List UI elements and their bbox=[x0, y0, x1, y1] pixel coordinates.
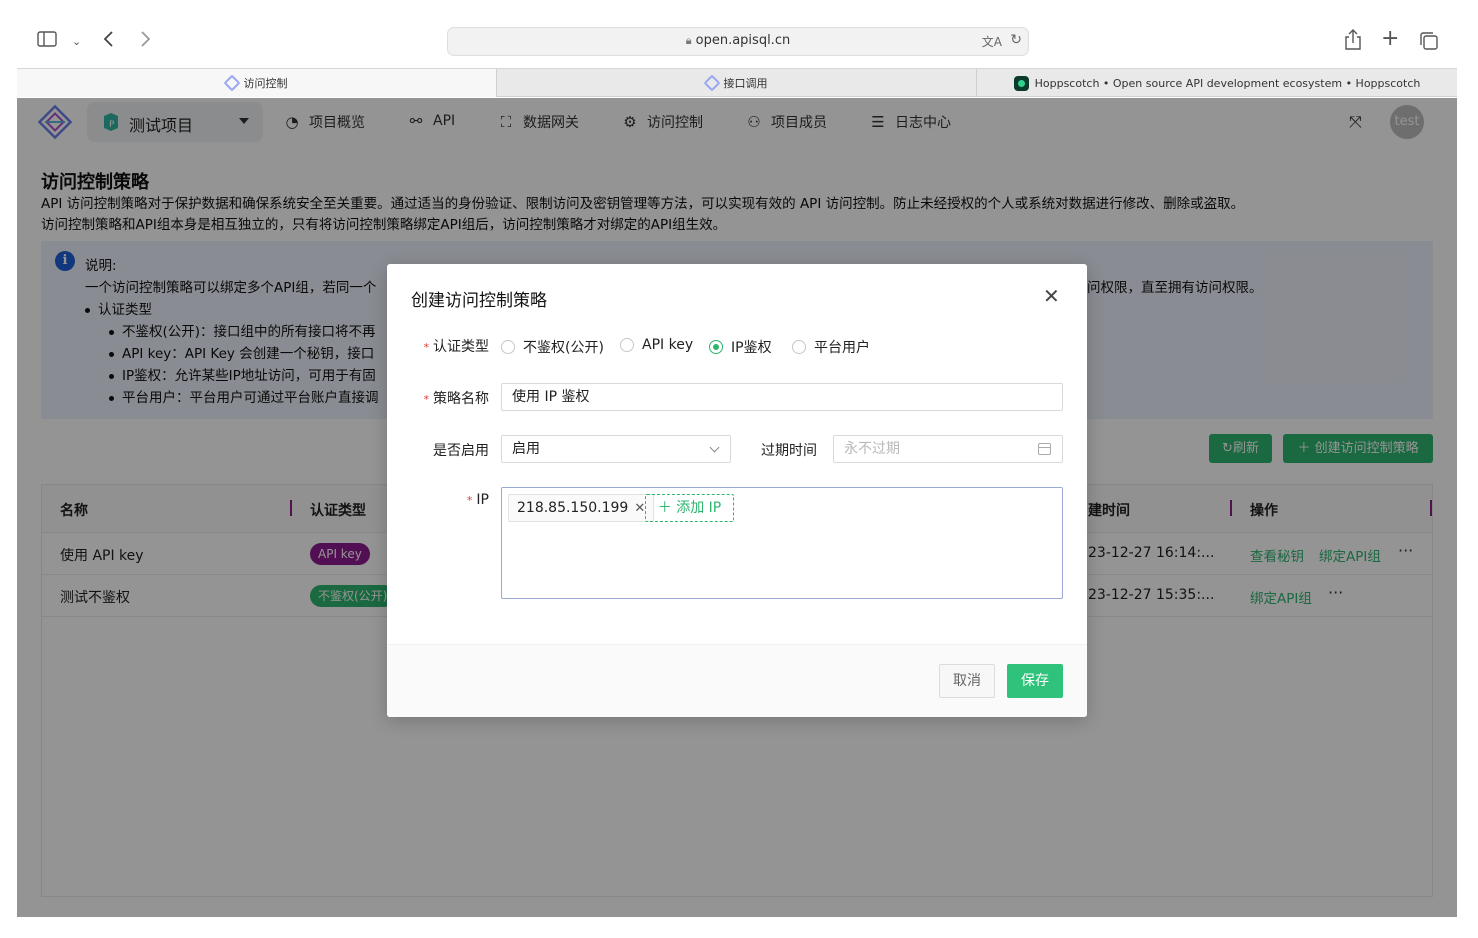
enable-select[interactable]: 启用 bbox=[501, 435, 731, 463]
expire-date-picker[interactable]: 永不过期 bbox=[833, 435, 1063, 463]
save-button[interactable]: 保存 bbox=[1007, 664, 1063, 698]
radio-circle bbox=[792, 340, 806, 354]
hoppscotch-favicon-icon bbox=[1013, 75, 1029, 91]
calendar-icon bbox=[1038, 443, 1051, 455]
radio-circle bbox=[620, 338, 634, 352]
dialog-title: 创建访问控制策略 bbox=[411, 291, 547, 311]
radio-api-key[interactable]: API key bbox=[620, 337, 693, 353]
address-bar[interactable]: 🔒︎ open.apisql.cn 文A ↻ bbox=[447, 27, 1029, 56]
tab-bar: 访问控制 接口调用 Hoppscotch • Open source API d… bbox=[17, 68, 1457, 97]
ip-list-area[interactable]: 218.85.150.199 ✕ ＋ 添加 IP bbox=[501, 487, 1063, 599]
policy-name-input[interactable]: 使用 IP 鉴权 bbox=[501, 383, 1063, 411]
browser-toolbar: ⌄ 🔒︎ open.apisql.cn 文A ↻ + bbox=[17, 17, 1457, 67]
radio-no-auth[interactable]: 不鉴权(公开) bbox=[501, 337, 604, 357]
site-favicon-icon bbox=[223, 74, 240, 92]
radio-platform-user[interactable]: 平台用户 bbox=[792, 337, 870, 357]
lock-icon: 🔒︎ bbox=[685, 34, 692, 47]
reload-icon[interactable]: ↻ bbox=[1010, 32, 1022, 48]
site-favicon-icon bbox=[703, 74, 720, 92]
tab-hoppscotch[interactable]: Hoppscotch • Open source API development… bbox=[977, 69, 1457, 97]
cancel-button[interactable]: 取消 bbox=[939, 664, 995, 698]
plus-icon: ＋ bbox=[657, 500, 677, 516]
translate-icon[interactable]: 文A bbox=[982, 33, 1002, 50]
ip-label: * IP bbox=[466, 492, 489, 508]
radio-ip-auth[interactable]: IP鉴权 bbox=[709, 337, 772, 357]
dialog-footer: 取消 保存 bbox=[387, 644, 1087, 717]
expire-label: 过期时间 bbox=[761, 443, 817, 459]
share-icon[interactable] bbox=[1344, 29, 1362, 56]
remove-ip-icon[interactable]: ✕ bbox=[634, 501, 645, 516]
app-root: P 测试项目 ◔ 项目概览 ⚯ API ⛶ 数据网关 ⚙ 访问控制 ⚇ 项目成员 ☰ 日志中… bbox=[17, 98, 1457, 917]
create-policy-dialog: 创建访问控制策略 ✕ * 认证类型 不鉴权(公开) API key IP鉴权 平台… bbox=[387, 264, 1087, 717]
tab-api-call[interactable]: 接口调用 bbox=[497, 69, 976, 97]
close-icon[interactable]: ✕ bbox=[1043, 286, 1060, 306]
tab-access-control[interactable]: 访问控制 bbox=[17, 69, 496, 97]
url-text: 🔒︎ open.apisql.cn bbox=[685, 33, 791, 48]
policy-name-label: * 策略名称 bbox=[423, 391, 490, 407]
enable-label: 是否启用 bbox=[433, 443, 489, 459]
sidebar-toggle-icon[interactable] bbox=[37, 31, 57, 52]
auth-type-label: * 认证类型 bbox=[423, 339, 490, 355]
browser-window: ⌄ 🔒︎ open.apisql.cn 文A ↻ + 访问控制 接口调用 Hop… bbox=[17, 17, 1457, 917]
radio-circle bbox=[501, 340, 515, 354]
add-ip-button[interactable]: ＋ 添加 IP bbox=[645, 494, 734, 522]
chevron-down-icon bbox=[709, 442, 720, 453]
ip-tag: 218.85.150.199 ✕ bbox=[508, 494, 655, 522]
new-tab-icon[interactable]: + bbox=[1381, 28, 1399, 50]
tabs-overview-icon[interactable] bbox=[1419, 31, 1439, 56]
chevron-down-icon[interactable]: ⌄ bbox=[72, 32, 81, 52]
radio-circle bbox=[709, 340, 723, 354]
forward-icon[interactable] bbox=[139, 30, 151, 53]
back-icon[interactable] bbox=[103, 30, 115, 53]
